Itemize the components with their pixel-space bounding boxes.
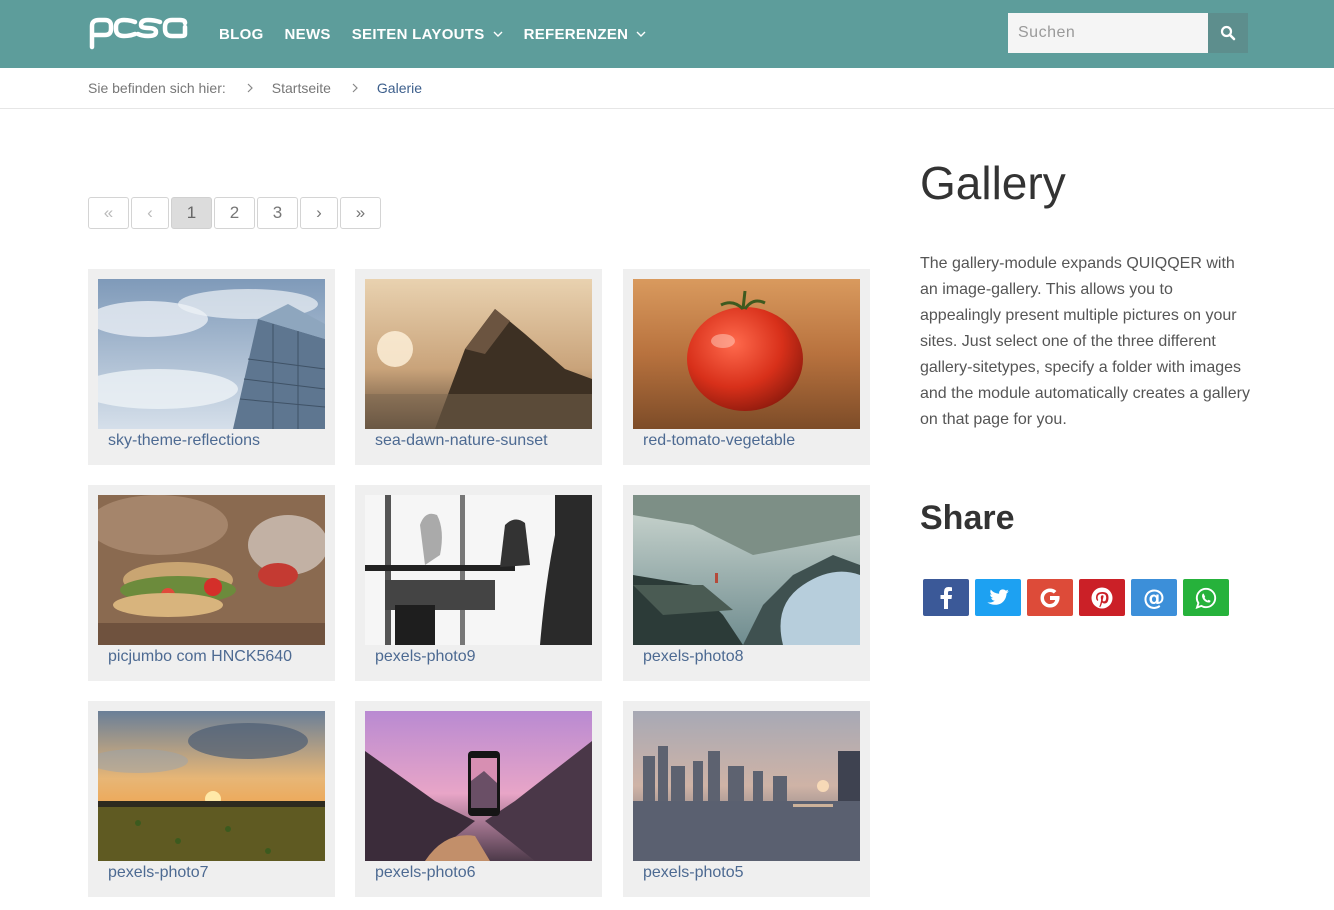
- gallery-thumbnail: [633, 711, 860, 861]
- twitter-icon: [987, 588, 1009, 605]
- gallery-caption: pexels-photo6: [375, 864, 476, 881]
- gallery-item[interactable]: pexels-photo9: [355, 485, 602, 681]
- nav-label: BLOG: [219, 25, 264, 43]
- breadcrumb-label: Sie befinden sich hier:: [88, 80, 226, 96]
- breadcrumb-item-startseite[interactable]: Startseite: [272, 80, 331, 96]
- gallery-caption: sea-dawn-nature-sunset: [375, 432, 548, 449]
- gallery-thumbnail: [365, 279, 592, 429]
- gallery-caption: pexels-photo7: [108, 864, 209, 881]
- gallery-caption: pexels-photo8: [643, 648, 744, 665]
- gallery-caption: picjumbo com HNCK5640: [108, 648, 293, 665]
- search-icon: [1220, 25, 1236, 41]
- search-button[interactable]: [1208, 13, 1248, 53]
- gallery-item[interactable]: pexels-photo7: [88, 701, 335, 897]
- first-page-button[interactable]: «: [88, 197, 129, 229]
- gallery-caption: pexels-photo5: [643, 864, 744, 881]
- gallery-thumbnail: [633, 279, 860, 429]
- chevron-down-icon: [636, 31, 646, 37]
- nav-label: NEWS: [284, 25, 331, 43]
- nav-label: REFERENZEN: [523, 25, 629, 43]
- page-button-3[interactable]: 3: [257, 197, 298, 229]
- next-page-button[interactable]: ›: [300, 197, 338, 229]
- gallery-item[interactable]: pexels-photo6: [355, 701, 602, 897]
- nav-item-referenzen[interactable]: REFERENZEN: [524, 26, 647, 43]
- nav-item-seiten-layouts[interactable]: SEITEN LAYOUTS: [352, 26, 503, 43]
- gallery-caption: pexels-photo9: [375, 648, 476, 665]
- gallery-item[interactable]: sky-theme-reflections: [88, 269, 335, 465]
- share-heading: Share: [920, 499, 1015, 537]
- google-icon: [1040, 588, 1060, 607]
- gallery-item[interactable]: sea-dawn-nature-sunset: [355, 269, 602, 465]
- share-buttons: @: [923, 579, 1235, 616]
- facebook-icon: [940, 586, 952, 609]
- share-google-button[interactable]: [1027, 579, 1073, 616]
- page-button-2[interactable]: 2: [214, 197, 255, 229]
- share-pinterest-button[interactable]: [1079, 579, 1125, 616]
- gallery-thumbnail: [365, 495, 592, 645]
- search-form: [1008, 13, 1248, 53]
- share-email-button[interactable]: @: [1131, 579, 1177, 616]
- gallery-caption: red-tomato-vegetable: [643, 432, 796, 449]
- gallery-caption: sky-theme-reflections: [108, 432, 261, 449]
- email-icon: @: [1143, 587, 1165, 609]
- whatsapp-icon: [1195, 587, 1217, 609]
- chevron-right-icon: [352, 83, 358, 93]
- chevron-down-icon: [493, 31, 503, 37]
- nav-item-news[interactable]: NEWS: [285, 26, 331, 43]
- svg-text:@: @: [1143, 587, 1165, 609]
- top-navigation-bar: BLOG NEWS SEITEN LAYOUTS REFERENZEN: [0, 0, 1334, 68]
- gallery-thumbnail: [365, 711, 592, 861]
- last-page-button[interactable]: »: [340, 197, 381, 229]
- main-navigation: BLOG NEWS SEITEN LAYOUTS REFERENZEN: [219, 0, 667, 68]
- breadcrumb: Sie befinden sich hier: Startseite Galer…: [0, 68, 1334, 109]
- nav-label: SEITEN LAYOUTS: [351, 25, 485, 43]
- pcsg-logo[interactable]: [88, 16, 190, 50]
- share-twitter-button[interactable]: [975, 579, 1021, 616]
- chevron-right-icon: [247, 83, 253, 93]
- gallery-item[interactable]: red-tomato-vegetable: [623, 269, 870, 465]
- page-button-1[interactable]: 1: [171, 197, 212, 229]
- gallery-description: The gallery-module expands QUIQQER with …: [920, 255, 1250, 428]
- nav-item-blog[interactable]: BLOG: [219, 26, 264, 43]
- previous-page-button[interactable]: ‹: [131, 197, 169, 229]
- pinterest-icon: [1091, 587, 1113, 608]
- gallery-thumbnail: [98, 711, 325, 861]
- gallery-thumbnail: [633, 495, 860, 645]
- gallery-item[interactable]: pexels-photo8: [623, 485, 870, 681]
- breadcrumb-item-galerie[interactable]: Galerie: [377, 80, 422, 96]
- share-facebook-button[interactable]: [923, 579, 969, 616]
- pagination: « ‹ 1 2 3 › »: [88, 197, 383, 229]
- share-whatsapp-button[interactable]: [1183, 579, 1229, 616]
- gallery-thumbnail: [98, 279, 325, 429]
- gallery-item[interactable]: picjumbo com HNCK5640: [88, 485, 335, 681]
- page-title: Gallery: [920, 157, 1066, 209]
- gallery-item[interactable]: pexels-photo5: [623, 701, 870, 897]
- gallery-thumbnail: [98, 495, 325, 645]
- search-input[interactable]: [1008, 13, 1208, 53]
